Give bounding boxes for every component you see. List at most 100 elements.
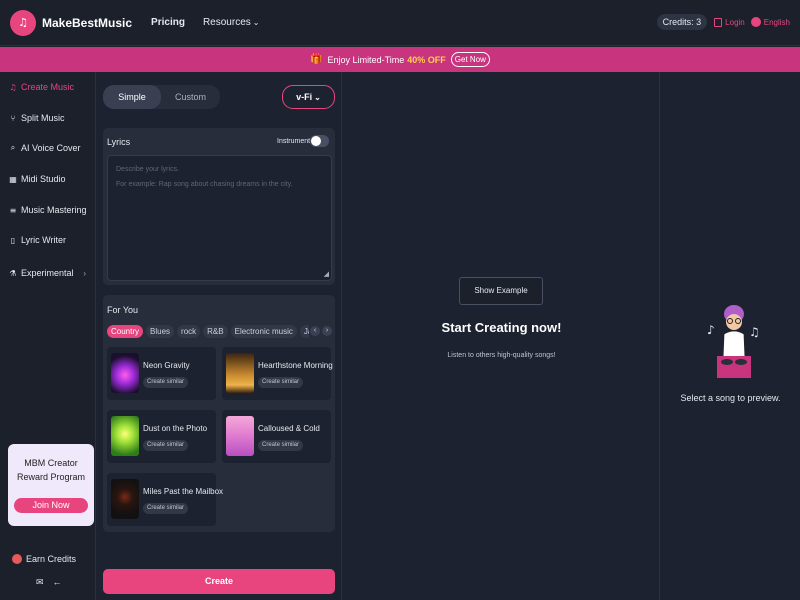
- model-version-label: v-Fi: [296, 92, 313, 102]
- chevron-right-icon[interactable]: ›: [322, 326, 332, 336]
- get-now-button[interactable]: Get Now: [450, 52, 490, 67]
- gift-icon: 🎁: [310, 54, 323, 65]
- start-creating-subtitle: Listen to others high-quality songs!: [447, 352, 556, 359]
- credits-badge[interactable]: Credits: 3: [656, 14, 708, 30]
- genre-tags: CountryBluesrockR&BElectronic musicJa: [107, 325, 309, 339]
- song-title: Miles Past the Mailbox: [143, 487, 224, 496]
- create-similar-button[interactable]: Create similar: [143, 503, 189, 514]
- song-card[interactable]: Calloused & Cold Create similar: [222, 410, 331, 463]
- join-now-button[interactable]: Join Now: [14, 498, 88, 513]
- nav-resources-label: Resources: [202, 17, 251, 28]
- sidebar-footer: ✉ ←: [36, 577, 71, 588]
- sidebar-item-ai-voice-cover[interactable]: ⌕ AI Voice Cover: [8, 143, 92, 153]
- nav-pricing[interactable]: Pricing: [151, 17, 185, 28]
- reward-title-line2: Reward Program: [16, 472, 86, 482]
- brand-name[interactable]: MakeBestMusic: [42, 16, 132, 30]
- logo-icon[interactable]: ♫: [10, 9, 36, 36]
- song-card[interactable]: Neon Gravity Create similar: [107, 347, 216, 400]
- main-panel: Show Example Start Creating now! Listen …: [343, 72, 660, 600]
- model-version-select[interactable]: v-Fi ⌄: [282, 85, 335, 109]
- music-note-icon: ♫: [9, 82, 17, 92]
- create-similar-button[interactable]: Create similar: [258, 440, 304, 451]
- lyrics-title: Lyrics: [107, 137, 131, 147]
- create-button[interactable]: Create: [103, 569, 335, 594]
- mail-icon[interactable]: ✉: [36, 577, 44, 588]
- sidebar-item-music-mastering[interactable]: ≡ Music Mastering: [8, 205, 92, 215]
- lyrics-card: Lyrics Instrumental Describe your lyrics…: [103, 128, 335, 285]
- genre-tag[interactable]: Blues: [146, 325, 175, 338]
- login-icon: [714, 17, 723, 27]
- collapse-arrow-icon[interactable]: ←: [53, 577, 62, 588]
- coin-icon: [12, 554, 22, 564]
- earn-credits-link[interactable]: Earn Credits: [12, 554, 76, 564]
- sidebar-item-label: Lyric Writer: [21, 235, 66, 245]
- sidebar-item-label: Experimental: [21, 268, 74, 278]
- globe-icon: [750, 17, 761, 27]
- mode-simple-button[interactable]: Simple: [103, 85, 161, 109]
- nav-resources[interactable]: Resources ⌄: [203, 17, 260, 28]
- reward-title-line1: MBM Creator: [24, 458, 78, 468]
- sidebar-item-split-music[interactable]: ⑂ Split Music: [8, 113, 92, 123]
- start-creating-title: Start Creating now!: [441, 320, 562, 335]
- lyrics-placeholder-line1: Describe your lyrics.: [116, 166, 180, 173]
- lyrics-input[interactable]: Describe your lyrics. For example: Rap s…: [107, 155, 332, 281]
- svg-text:♫: ♫: [749, 325, 760, 339]
- login-button[interactable]: Login: [714, 17, 745, 27]
- for-you-card: For You Country Blues rock R&B Electronic mu…: [103, 295, 335, 532]
- genre-tag[interactable]: rock: [177, 325, 201, 338]
- genre-tag[interactable]: R&B: [203, 325, 228, 338]
- song-card[interactable]: Hearthstone Morning Create similar: [222, 347, 333, 400]
- sidebar-item-label: AI Voice Cover: [21, 143, 81, 153]
- song-title: Calloused & Cold: [258, 424, 320, 433]
- sidebar-item-create-music[interactable]: ♫ Create Music: [8, 82, 92, 92]
- language-selector[interactable]: English: [750, 17, 790, 27]
- for-you-title: For You: [107, 305, 139, 315]
- chevron-right-icon: ›: [83, 268, 86, 278]
- document-icon: ▯: [10, 235, 16, 245]
- song-title: Hearthstone Morning: [258, 361, 333, 370]
- create-similar-button[interactable]: Create similar: [258, 377, 304, 388]
- song-card[interactable]: Dust on the Photo Create similar: [107, 410, 216, 463]
- sidebar-item-midi-studio[interactable]: ▦ Midi Studio: [8, 174, 92, 184]
- header-actions: Credits: 3 Login English: [656, 14, 790, 30]
- song-thumbnail: [226, 353, 254, 393]
- sidebar-item-experimental[interactable]: ⚗ Experimental ›: [8, 268, 92, 278]
- create-similar-button[interactable]: Create similar: [143, 377, 189, 388]
- mode-toggle: Simple Custom: [103, 85, 220, 109]
- login-label: Login: [725, 17, 745, 27]
- show-example-button[interactable]: Show Example: [459, 277, 543, 305]
- equalizer-icon: ≡: [9, 205, 17, 215]
- reward-program-card[interactable]: MBM Creator Reward Program Join Now: [8, 444, 94, 526]
- song-card[interactable]: Miles Past the Mailbox Create similar: [107, 473, 223, 526]
- resize-handle-icon[interactable]: ◢: [324, 270, 329, 278]
- song-thumbnail: [111, 416, 139, 456]
- toggle-knob: [311, 136, 321, 146]
- sidebar: ♫ Create Music ⑂ Split Music ⌕ AI Voice …: [0, 72, 96, 600]
- create-similar-button[interactable]: Create similar: [143, 440, 189, 451]
- sidebar-item-label: Midi Studio: [21, 174, 66, 184]
- earn-credits-label: Earn Credits: [26, 554, 77, 564]
- sidebar-item-label: Split Music: [21, 113, 65, 123]
- sidebar-item-lyric-writer[interactable]: ▯ Lyric Writer: [8, 235, 92, 245]
- song-title: Neon Gravity: [143, 361, 190, 370]
- preview-panel: ♪ ♫ Select a song to preview.: [661, 72, 800, 600]
- svg-text:♪: ♪: [707, 323, 715, 337]
- preview-hint: Select a song to preview.: [680, 393, 781, 403]
- promo-text: Enjoy Limited-Time: [327, 54, 405, 65]
- song-thumbnail: [111, 479, 139, 519]
- song-title: Dust on the Photo: [143, 424, 208, 433]
- instrumental-toggle[interactable]: [310, 135, 329, 147]
- song-thumbnail: [111, 353, 139, 393]
- song-thumbnail: [226, 416, 254, 456]
- genre-tag[interactable]: Ja: [299, 325, 309, 338]
- chevron-down-icon: ⌄: [252, 18, 260, 27]
- chevron-down-icon: ⌄: [314, 93, 321, 102]
- genre-tag[interactable]: Country: [107, 325, 144, 338]
- chevron-left-icon[interactable]: ‹: [310, 326, 320, 336]
- lyrics-placeholder-line2: For example: Rap song about chasing drea…: [116, 181, 293, 188]
- mode-custom-button[interactable]: Custom: [161, 85, 220, 109]
- promo-banner[interactable]: 🎁 Enjoy Limited-Time 40% OFF Get Now: [0, 47, 800, 72]
- sidebar-item-label: Create Music: [21, 82, 75, 92]
- genre-tag[interactable]: Electronic music: [230, 325, 297, 338]
- top-header: ♫ MakeBestMusic Pricing Resources ⌄ Credi…: [0, 0, 800, 46]
